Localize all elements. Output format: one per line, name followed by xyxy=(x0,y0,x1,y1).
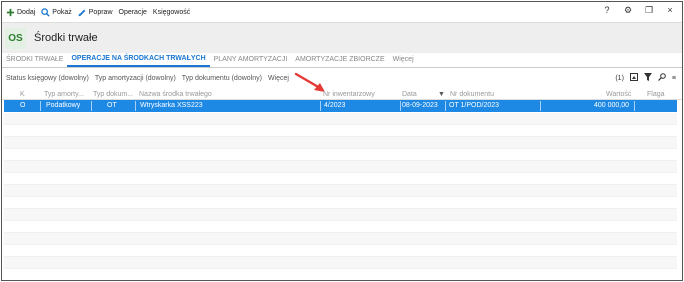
tab-asset-operations[interactable]: Operacje na środkach trwałych xyxy=(67,52,210,67)
pencil-icon xyxy=(78,9,86,16)
col-header-amortization-type[interactable]: Typ amorty... xyxy=(44,90,90,100)
filter-status[interactable]: Status księgowy (dowolny) xyxy=(6,75,89,82)
filter-document-type[interactable]: Typ dokumentu (dowolny) xyxy=(182,75,262,82)
cell-value: 400 000,00 xyxy=(593,102,629,109)
column-divider xyxy=(40,101,41,111)
col-header-inventory-number[interactable]: Nr inwentarzowy xyxy=(323,90,375,100)
table-row[interactable]: O Podatkowy OT Wtryskarka XSS223 4/2023 … xyxy=(4,100,677,112)
restore-icon[interactable]: ❐ xyxy=(643,5,655,16)
window-controls: ? ⚙ ❐ × xyxy=(601,5,676,16)
cell-inventory-number: 4/2023 xyxy=(324,102,346,109)
edit-label: Popraw xyxy=(88,8,113,16)
tab-fixed-assets[interactable]: Środki trwałe xyxy=(2,52,67,67)
empty-row xyxy=(4,233,677,245)
module-badge: OS xyxy=(5,28,26,49)
column-divider xyxy=(135,101,136,111)
col-header-document-type[interactable]: Typ dokum... xyxy=(93,90,135,100)
operations-menu[interactable]: Operacje xyxy=(119,9,147,16)
column-divider xyxy=(634,101,635,111)
help-icon[interactable]: ? xyxy=(601,5,613,16)
empty-row xyxy=(4,113,677,125)
column-divider xyxy=(320,101,321,111)
show-button[interactable]: Pokaż xyxy=(41,7,72,17)
cell-amortization-type: Podatkowy xyxy=(46,102,81,109)
grid-tools: (1) ≡ xyxy=(615,73,676,83)
column-divider xyxy=(91,101,92,111)
empty-row xyxy=(4,137,677,149)
empty-row xyxy=(4,197,677,209)
col-header-asset-name[interactable]: Nazwa środka trwałego xyxy=(139,90,212,100)
add-label: Dodaj xyxy=(17,8,36,16)
sort-desc-icon[interactable]: ▼ xyxy=(438,90,445,100)
cell-k: O xyxy=(20,102,26,109)
grid-header: K Typ amorty... Typ dokum... Nazwa środk… xyxy=(2,90,682,100)
empty-row xyxy=(4,161,677,173)
column-divider xyxy=(540,101,541,111)
filter-icon[interactable] xyxy=(643,73,652,83)
tab-more[interactable]: Więcej xyxy=(389,52,418,67)
column-divider xyxy=(400,101,401,111)
empty-row xyxy=(4,209,677,221)
show-label: Pokaż xyxy=(52,8,72,16)
close-icon[interactable]: × xyxy=(664,5,676,16)
module-header: OS Środki trwałe xyxy=(2,22,682,53)
plus-icon xyxy=(6,8,15,16)
empty-row xyxy=(4,173,677,185)
tab-bulk-depreciation[interactable]: Amortyzacje zbiorcze xyxy=(291,52,388,67)
app-window: Dodaj Pokaż Popraw Operacje Księgowość ?… xyxy=(1,1,683,281)
operations-label: Operacje xyxy=(118,8,147,16)
cell-document-number: OT 1/POD/2023 xyxy=(449,102,500,109)
filter-amortization-type[interactable]: Typ amortyzacji (dowolny) xyxy=(95,75,176,82)
filter-bar: Status księgowy (dowolny) Typ amortyzacj… xyxy=(2,70,682,86)
toolbar: Dodaj Pokaż Popraw Operacje Księgowość ?… xyxy=(2,2,682,22)
cell-date: 08-09-2023 xyxy=(402,102,438,109)
col-header-flag[interactable]: Flaga xyxy=(647,90,665,100)
record-count: (1) xyxy=(615,74,624,82)
empty-row xyxy=(4,149,677,161)
accounting-menu[interactable]: Księgowość xyxy=(153,9,190,16)
column-divider xyxy=(445,101,446,111)
col-header-value[interactable]: Wartość xyxy=(606,90,631,100)
search-icon xyxy=(41,7,50,17)
accounting-label: Księgowość xyxy=(152,8,191,16)
tab-depreciation-plans[interactable]: Plany amortyzacji xyxy=(210,52,292,67)
cell-document-type: OT xyxy=(107,102,117,109)
menu-icon[interactable]: ≡ xyxy=(672,75,676,82)
gear-icon[interactable]: ⚙ xyxy=(622,5,634,16)
empty-row xyxy=(4,185,677,197)
search-icon[interactable] xyxy=(657,73,666,83)
export-icon[interactable] xyxy=(629,73,638,83)
add-button[interactable]: Dodaj xyxy=(6,8,35,17)
page-title: Środki trwałe xyxy=(34,32,98,44)
edit-button[interactable]: Popraw xyxy=(78,8,113,17)
cell-asset-name: Wtryskarka XSS223 xyxy=(140,102,203,109)
empty-row xyxy=(4,125,677,137)
tab-bar: Środki trwałe Operacje na środkach trwał… xyxy=(2,53,682,68)
col-header-k[interactable]: K xyxy=(20,90,25,100)
empty-row xyxy=(4,257,677,269)
empty-row xyxy=(4,221,677,233)
filter-more[interactable]: Więcej xyxy=(268,75,289,82)
col-header-date[interactable]: Data xyxy=(402,90,417,100)
col-header-document-number[interactable]: Nr dokumentu xyxy=(450,90,494,100)
empty-row xyxy=(4,245,677,257)
